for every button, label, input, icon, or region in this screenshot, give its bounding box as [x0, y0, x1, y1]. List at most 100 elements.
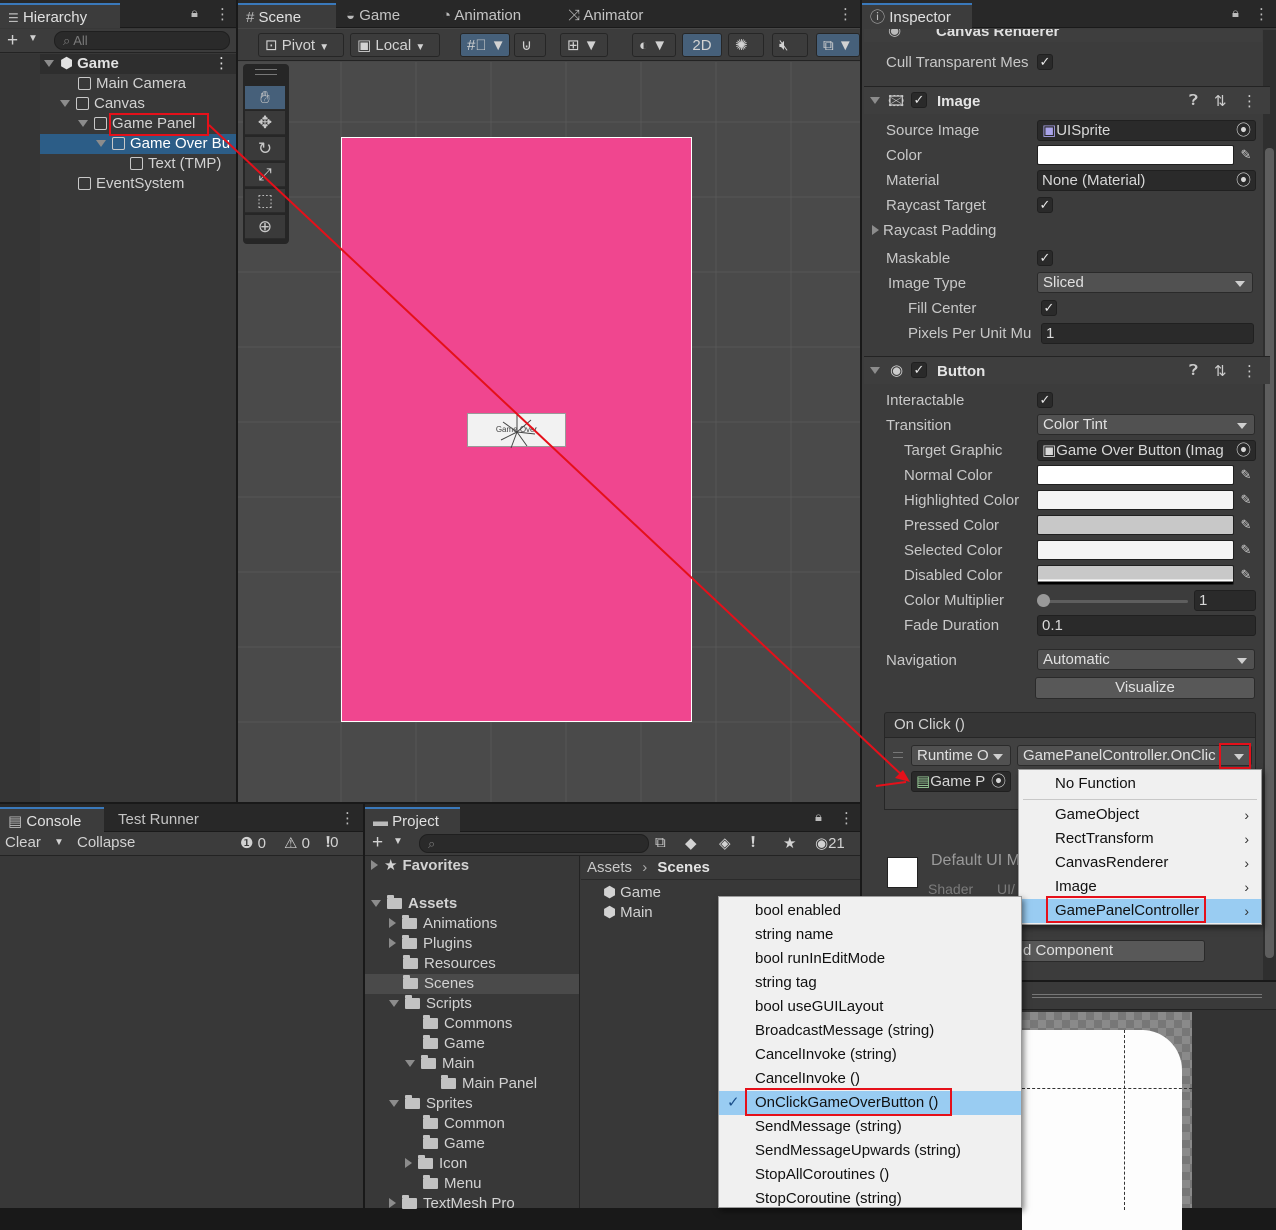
inspector-scrollbar[interactable]: [1263, 30, 1276, 980]
fade-duration-field[interactable]: 0.1: [1037, 615, 1256, 636]
search-filter-icon[interactable]: ⧉: [655, 834, 666, 851]
navigation-dropdown[interactable]: Automatic: [1037, 649, 1255, 670]
eyedropper-icon[interactable]: ✎: [1237, 465, 1255, 485]
search-input[interactable]: ⌕ All: [54, 31, 230, 50]
raycast-target-checkbox[interactable]: ✓: [1037, 197, 1053, 213]
expand-icon[interactable]: [44, 60, 54, 67]
canvas-renderer-header[interactable]: ◉ Canvas Renderer: [864, 29, 1262, 42]
folder-icon-dir[interactable]: Icon: [365, 1154, 579, 1174]
source-image-field[interactable]: ▣UISprite ⦿: [1037, 120, 1256, 141]
menu-item-no-function[interactable]: No Function: [1019, 772, 1261, 796]
color-multiplier-slider-track[interactable]: [1040, 600, 1188, 603]
eyedropper-icon[interactable]: ✎: [1237, 490, 1255, 510]
ppu-field[interactable]: 1: [1041, 323, 1254, 344]
target-graphic-field[interactable]: ▣Game Over Button (Imag ⦿: [1037, 440, 1256, 461]
highlighted-color-swatch[interactable]: [1037, 490, 1234, 510]
folder-main[interactable]: Main: [365, 1054, 579, 1074]
image-enabled-checkbox[interactable]: ✓: [911, 92, 927, 108]
menu-item-recttransform[interactable]: RectTransform ›: [1019, 827, 1261, 851]
eyedropper-icon[interactable]: ✎: [1237, 565, 1255, 585]
grid-snap-button[interactable]: #⃣ ▼: [460, 33, 510, 57]
move-tool-button[interactable]: ✥: [245, 111, 285, 135]
chevron-down-icon[interactable]: ▼: [28, 33, 38, 44]
add-component-button[interactable]: d Component: [1000, 940, 1205, 962]
method-item[interactable]: SendMessageUpwards (string): [719, 1139, 1021, 1163]
expand-icon[interactable]: [96, 140, 106, 147]
folder-common[interactable]: Common: [365, 1114, 579, 1134]
tab-project[interactable]: ▬ Project: [365, 807, 460, 832]
snap-increment-button[interactable]: ⊍: [514, 33, 546, 57]
folder-scripts-game[interactable]: Game: [365, 1034, 579, 1054]
folder-animations[interactable]: Animations: [365, 914, 579, 934]
transition-dropdown[interactable]: Color Tint: [1037, 414, 1255, 435]
assets-row[interactable]: Assets: [365, 894, 579, 914]
favorites-row[interactable]: ★ Favorites: [365, 856, 579, 876]
menu-item-canvasrenderer[interactable]: CanvasRenderer ›: [1019, 851, 1261, 875]
preview-drag-bar[interactable]: [1032, 994, 1262, 998]
rect-tool-button[interactable]: ⬚: [245, 189, 285, 213]
tab-console[interactable]: ▤ Console: [0, 807, 104, 832]
collapse-button[interactable]: Collapse: [77, 834, 135, 851]
raycast-padding-label[interactable]: Raycast Padding: [872, 222, 996, 239]
more-icon[interactable]: ⋮: [214, 54, 229, 74]
more-icon[interactable]: ⋮: [1242, 362, 1257, 380]
expand-icon[interactable]: [389, 938, 396, 948]
tab-test-runner[interactable]: Test Runner: [110, 807, 207, 832]
button-enabled-checkbox[interactable]: ✓: [911, 362, 927, 378]
fold-icon[interactable]: [870, 367, 880, 374]
presets-icon[interactable]: ⇅: [1214, 92, 1227, 110]
toggle-2d-button[interactable]: 2D: [682, 33, 722, 57]
star-icon[interactable]: ★: [783, 834, 796, 852]
add-icon[interactable]: +: [372, 832, 383, 854]
layers-button[interactable]: ⧉ ▼: [816, 33, 860, 57]
add-icon[interactable]: +: [7, 30, 18, 52]
label-filter-icon[interactable]: ◈: [719, 834, 731, 852]
expand-icon[interactable]: [78, 120, 88, 127]
method-item[interactable]: bool runInEditMode: [719, 947, 1021, 971]
audio-button[interactable]: 🔇︎: [772, 33, 808, 57]
expand-icon[interactable]: [389, 918, 396, 928]
visualize-button[interactable]: Visualize: [1035, 677, 1255, 699]
image-component-header[interactable]: 🖾︎ ✓ Image ❓︎ ⇅ ⋮: [864, 86, 1270, 114]
chevron-down-icon[interactable]: ▼: [54, 837, 64, 848]
folder-menu[interactable]: Menu: [365, 1174, 579, 1194]
tab-animator[interactable]: ⤨ Animator: [560, 3, 651, 28]
folder-commons[interactable]: Commons: [365, 1014, 579, 1034]
lighting-button[interactable]: ✺: [728, 33, 764, 57]
folder-resources[interactable]: Resources: [365, 954, 579, 974]
presets-icon[interactable]: ⇅: [1214, 362, 1227, 380]
more-icon[interactable]: ⋮: [839, 809, 854, 827]
log-toggle[interactable]: ❶ 0: [240, 834, 266, 852]
console-log-area[interactable]: [0, 857, 363, 1208]
method-item[interactable]: StopAllCoroutines (): [719, 1163, 1021, 1187]
more-icon[interactable]: ⋮: [1242, 92, 1257, 110]
expand-icon[interactable]: [389, 1198, 396, 1208]
runtime-dropdown[interactable]: Runtime O: [911, 745, 1011, 766]
eyedropper-icon[interactable]: ✎: [1237, 515, 1255, 535]
folder-scripts[interactable]: Scripts: [365, 994, 579, 1014]
tab-scene[interactable]: # Scene: [238, 3, 336, 28]
material-field[interactable]: None (Material) ⦿: [1037, 170, 1256, 191]
image-type-dropdown[interactable]: Sliced: [1037, 272, 1253, 293]
menu-item-gameobject[interactable]: GameObject ›: [1019, 803, 1261, 827]
more-icon[interactable]: ⋮: [1254, 5, 1269, 23]
method-item[interactable]: CancelInvoke (string): [719, 1043, 1021, 1067]
scene-viewport[interactable]: Game Over: [238, 62, 860, 802]
folder-sprites-game[interactable]: Game: [365, 1134, 579, 1154]
lock-icon[interactable]: 🔒︎: [191, 5, 198, 21]
lock-icon[interactable]: 🔒︎: [1232, 5, 1239, 21]
folder-plugins[interactable]: Plugins: [365, 934, 579, 954]
lock-icon[interactable]: 🔒︎: [815, 809, 822, 825]
clear-button[interactable]: Clear: [5, 834, 41, 851]
selected-color-swatch[interactable]: [1037, 540, 1234, 560]
color-multiplier-slider-thumb[interactable]: [1037, 594, 1050, 607]
visibility-toggle[interactable]: ◉21: [815, 834, 845, 852]
expand-icon[interactable]: [405, 1060, 415, 1067]
cull-transparent-checkbox[interactable]: ✓: [1037, 54, 1053, 70]
error-toggle[interactable]: ❗︎0: [326, 834, 338, 851]
error-icon[interactable]: ❗︎: [751, 834, 755, 851]
pressed-color-swatch[interactable]: [1037, 515, 1234, 535]
expand-icon[interactable]: [389, 1000, 399, 1007]
method-item[interactable]: BroadcastMessage (string): [719, 1019, 1021, 1043]
method-item[interactable]: string tag: [719, 971, 1021, 995]
